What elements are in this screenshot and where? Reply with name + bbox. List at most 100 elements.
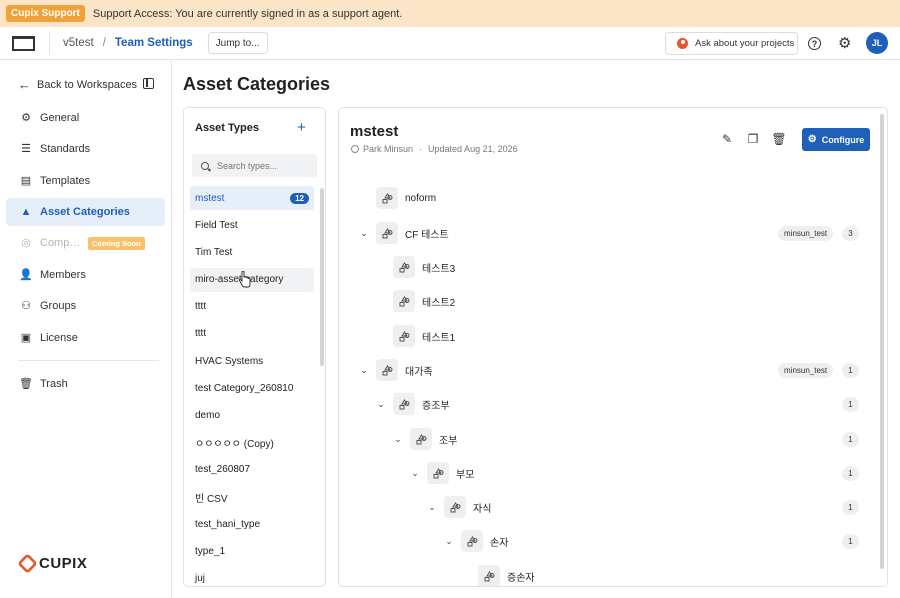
asset-type-item[interactable]: type_1 — [190, 539, 314, 563]
sidebar-item-asset-categories[interactable]: ▲ Asset Categories — [6, 198, 165, 226]
sidebar-item-groups[interactable]: ⚇ Groups — [6, 292, 165, 320]
tree-node[interactable]: CF 테스트 — [376, 221, 449, 245]
asset-type-item[interactable]: Field Test — [190, 213, 314, 237]
tree-node[interactable]: 조부 — [410, 427, 457, 451]
tree-node-label: 테스트1 — [422, 332, 456, 344]
asset-type-list: mstest 12 Field Test Tim Test miro-asset… — [190, 186, 314, 586]
asset-type-name: tttt — [195, 328, 207, 340]
shapes-icon — [427, 462, 449, 484]
tree-node[interactable]: 테스트1 — [393, 324, 455, 348]
sidebar-item-templates[interactable]: ▤ Templates — [6, 167, 165, 195]
back-to-workspaces-link[interactable]: ← Back to Workspaces — [18, 77, 137, 92]
chevron-down-icon[interactable]: ⌄ — [359, 228, 369, 239]
duplicate-icon[interactable]: ❐ — [746, 132, 760, 146]
cupix-logo-text: CUPIX — [39, 555, 88, 572]
support-badge: Cupix Support — [6, 5, 85, 22]
sidebar-item-label: Compass — [40, 237, 82, 249]
asset-type-name: juj — [195, 573, 206, 585]
tree-node-count: 3 — [842, 226, 859, 241]
shapes-icon — [393, 290, 415, 312]
breadcrumb-workspace[interactable]: v5test — [63, 37, 94, 49]
back-label: Back to Workspaces — [37, 78, 138, 91]
tree-node[interactable]: 부모 — [427, 461, 474, 485]
sidebar-item-trash[interactable]: 🗑 Trash — [6, 370, 165, 398]
chevron-down-icon[interactable]: ⌄ — [393, 434, 403, 445]
tree-node-count: 1 — [842, 500, 859, 515]
chevron-down-icon[interactable]: ⌄ — [376, 399, 386, 410]
sidebar-item-members[interactable]: 👤 Members — [6, 261, 165, 289]
tree-node-label: 손자 — [490, 537, 509, 549]
configure-label: Configure — [821, 134, 865, 145]
sidebar-item-label: License — [40, 332, 78, 344]
shapes-icon — [376, 187, 398, 209]
asset-type-item[interactable]: tttt — [190, 322, 314, 346]
asset-type-name: Tim Test — [195, 246, 233, 258]
tree-node[interactable]: 손자 — [461, 529, 508, 553]
tree-node-count: 1 — [842, 363, 859, 378]
sidebar-item-standards[interactable]: ☰ Standards — [6, 135, 165, 163]
shapes-icon — [376, 222, 398, 244]
asset-type-name: Field Test — [195, 219, 238, 231]
asset-type-item[interactable]: test Category_260810 — [190, 376, 314, 400]
tree-node[interactable]: 테스트3 — [393, 255, 455, 279]
updated-date: Updated Aug 21, 2026 — [428, 144, 518, 154]
asset-type-item[interactable]: juj — [190, 567, 314, 586]
shapes-icon — [444, 496, 466, 518]
chevron-down-icon[interactable]: ⌄ — [427, 502, 437, 513]
asset-type-item[interactable]: test_260807 — [190, 458, 314, 482]
ask-ai-label: Ask about your projects — [695, 38, 795, 49]
types-scrollbar[interactable] — [320, 188, 324, 366]
asset-type-name: test_hani_type — [195, 518, 261, 530]
app-logo-icon[interactable] — [12, 35, 35, 51]
tree-node-count: 1 — [842, 397, 859, 412]
shapes-icon — [393, 256, 415, 278]
sidebar-item-label: Groups — [40, 300, 77, 312]
asset-type-count-badge: 12 — [290, 192, 309, 204]
asset-type-item[interactable]: demo — [190, 404, 314, 428]
tree-node[interactable]: 증손자 — [478, 564, 535, 586]
mouse-pointer-icon — [238, 271, 251, 288]
delete-trash-icon[interactable]: 🗑 — [771, 132, 786, 146]
asset-detail-panel: mstest Park Minsun · Updated Aug 21, 202… — [338, 107, 888, 587]
tree-node[interactable]: 자식 — [444, 495, 491, 519]
user-avatar[interactable]: JL — [866, 32, 888, 54]
tree-node-label: 테스트2 — [422, 297, 456, 309]
asset-type-item[interactable]: HVAC Systems — [190, 349, 314, 373]
chevron-down-icon[interactable]: ⌄ — [410, 468, 420, 479]
asset-type-item[interactable]: test_hani_type — [190, 512, 314, 536]
asset-type-item[interactable]: ㅇㅇㅇㅇㅇ (Copy) — [190, 431, 314, 455]
arrow-left-icon: ← — [18, 77, 31, 92]
search-types-input[interactable] — [217, 160, 312, 171]
detail-scrollbar[interactable] — [880, 114, 884, 569]
add-type-plus-icon[interactable]: + — [297, 119, 306, 136]
ask-ai-button[interactable]: Ask about your projects — [665, 32, 798, 55]
asset-type-name: test Category_260810 — [195, 382, 294, 394]
group-icon: ⚇ — [21, 300, 31, 312]
asset-type-item[interactable]: mstest 12 — [190, 186, 314, 210]
jump-to-button[interactable]: Jump to... — [207, 32, 268, 54]
sidebar-item-general[interactable]: ⚙ General — [6, 104, 165, 132]
top-bar: v5test / Team Settings Jump to... Ask ab… — [0, 27, 900, 60]
asset-type-item[interactable]: tttt — [190, 295, 314, 319]
help-icon[interactable]: ? — [808, 37, 821, 50]
tree-node-label: 증손자 — [507, 572, 535, 584]
configure-button[interactable]: ⚙ Configure — [802, 128, 870, 151]
asset-type-item[interactable]: miro-asset-category — [190, 267, 314, 292]
collapse-sidebar-icon[interactable] — [143, 78, 154, 89]
divider — [49, 31, 50, 55]
tree-node[interactable]: 대가족 — [376, 358, 433, 382]
search-types-field[interactable] — [192, 154, 317, 177]
asset-type-item[interactable]: 빈 CSV — [190, 485, 314, 509]
tree-node[interactable]: noform — [376, 186, 436, 210]
tree-node[interactable]: 증조부 — [393, 392, 450, 416]
edit-pencil-icon[interactable]: ✎ — [720, 132, 734, 146]
chevron-down-icon[interactable]: ⌄ — [359, 365, 369, 376]
asset-type-item[interactable]: Tim Test — [190, 240, 314, 264]
support-banner-text: Support Access: You are currently signed… — [92, 7, 403, 20]
sidebar-item-license[interactable]: ▣ License — [6, 324, 165, 352]
tree-node-label: noform — [405, 192, 437, 204]
chevron-down-icon[interactable]: ⌄ — [444, 536, 454, 547]
settings-gear-icon[interactable]: ⚙ — [838, 36, 851, 51]
support-banner: Cupix Support Support Access: You are cu… — [0, 0, 900, 27]
tree-node[interactable]: 테스트2 — [393, 289, 455, 313]
